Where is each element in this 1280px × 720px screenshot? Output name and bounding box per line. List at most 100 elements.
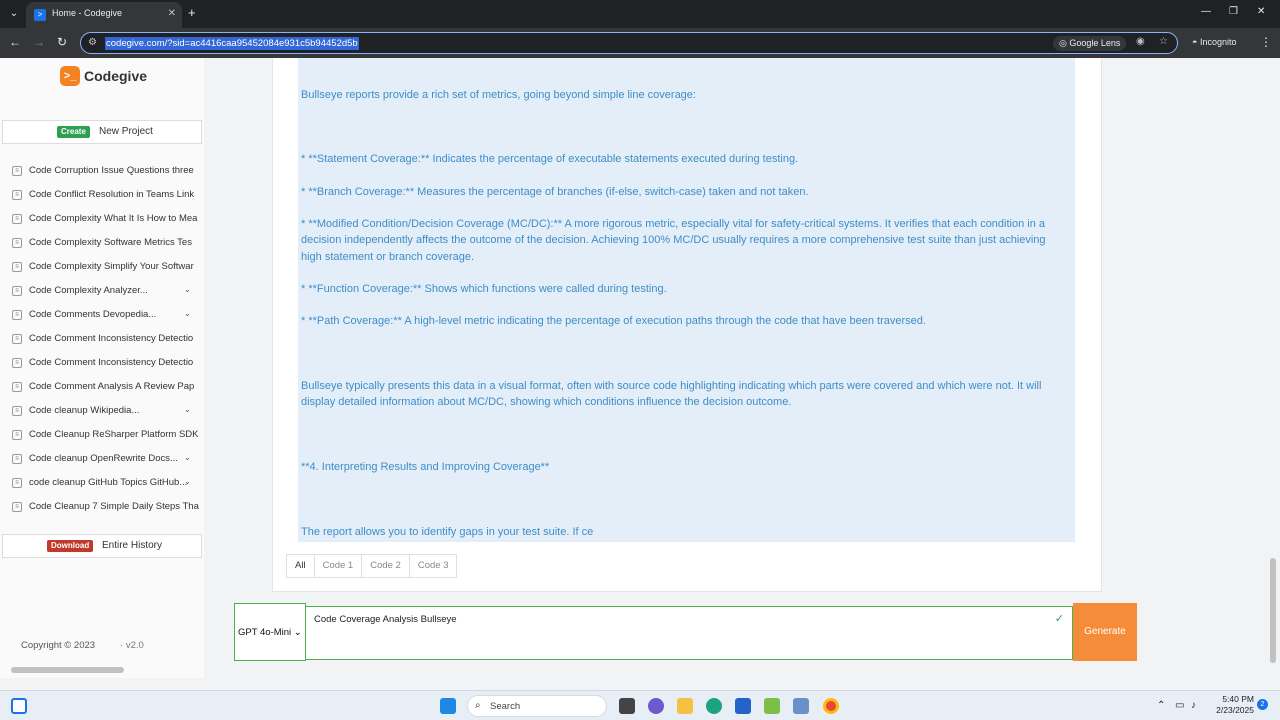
history-item[interactable]: ≡ Code Complexity Analyzer... ⌄ bbox=[0, 282, 204, 306]
history-item[interactable]: ≡ code cleanup GitHub Topics GitHub... ⌄ bbox=[0, 474, 204, 498]
history-item[interactable]: ≡ Code Cleanup ReSharper Platform SDK bbox=[0, 426, 204, 450]
history-item-label: Code Conflict Resolution in Teams Link bbox=[29, 189, 195, 200]
incognito-indicator[interactable]: ◓ Incognito bbox=[1192, 37, 1236, 47]
document-icon: ≡ bbox=[12, 238, 22, 248]
tab-code-1[interactable]: Code 1 bbox=[315, 555, 363, 577]
history-item[interactable]: ≡ Code Conflict Resolution in Teams Link bbox=[0, 186, 204, 210]
codegive-favicon-icon: > bbox=[34, 9, 46, 21]
sidebar-horizontal-scrollbar[interactable] bbox=[11, 667, 124, 673]
sidebar: >_ Codegive Create New Project ≡ Code Cor… bbox=[0, 58, 204, 678]
chevron-down-icon[interactable]: ⌄ bbox=[184, 477, 191, 486]
content-paragraph: * **Branch Coverage:** Measures the perc… bbox=[301, 186, 809, 198]
url-text[interactable]: codegive.com/?sid=ac4416caa95452084e931c… bbox=[105, 37, 359, 50]
notepad-icon[interactable] bbox=[764, 698, 780, 714]
model-select[interactable]: GPT 4o-Mini ⌄ bbox=[234, 603, 306, 661]
generate-button[interactable]: Generate bbox=[1073, 603, 1137, 661]
address-bar[interactable]: ⚙ codegive.com/?sid=ac4416caa95452084e93… bbox=[80, 32, 1178, 54]
volume-icon[interactable]: ♪ bbox=[1191, 700, 1196, 711]
browser-menu-icon[interactable]: ⋮ bbox=[1260, 35, 1272, 49]
content-paragraph: * **Modified Condition/Decision Coverage… bbox=[301, 218, 1046, 263]
version-label: v2.0 bbox=[125, 640, 144, 651]
document-icon: ≡ bbox=[12, 214, 22, 224]
eye-off-icon[interactable]: ◉ bbox=[1136, 36, 1145, 47]
windows-start-icon[interactable] bbox=[440, 698, 456, 714]
logo-text: Codegive bbox=[84, 68, 148, 84]
content-paragraph: The report allows you to identify gaps i… bbox=[301, 526, 594, 538]
chrome-icon[interactable] bbox=[823, 698, 839, 714]
history-item[interactable]: ≡ Code cleanup Wikipedia... ⌄ bbox=[0, 402, 204, 426]
history-item[interactable]: ≡ Code Corruption Issue Questions three bbox=[0, 162, 204, 186]
history-item[interactable]: ≡ Code Complexity What It Is How to Mea bbox=[0, 210, 204, 234]
page-scrollbar[interactable] bbox=[1270, 558, 1276, 663]
clock-date: 2/23/2025 bbox=[1216, 705, 1254, 715]
history-item[interactable]: ≡ Code Comment Inconsistency Detectio bbox=[0, 330, 204, 354]
terminal-icon[interactable] bbox=[619, 698, 635, 714]
history-item[interactable]: ≡ Code Comment Analysis A Review Pap bbox=[0, 378, 204, 402]
tab-all[interactable]: All bbox=[287, 555, 315, 577]
google-lens-label: Google Lens bbox=[1069, 38, 1121, 48]
history-item-label: Code Comment Inconsistency Detectio bbox=[29, 333, 194, 344]
notification-badge[interactable]: 2 bbox=[1257, 699, 1268, 710]
browser-tab[interactable]: > Home - Codegive ✕ bbox=[26, 2, 182, 28]
tray-chevron-up-icon[interactable]: ⌃ bbox=[1157, 700, 1165, 711]
history-item[interactable]: ≡ Code cleanup OpenRewrite Docs... ⌄ bbox=[0, 450, 204, 474]
new-tab-icon[interactable]: + bbox=[188, 5, 196, 20]
chevron-down-icon[interactable]: ⌄ bbox=[184, 453, 191, 462]
close-tab-icon[interactable]: ✕ bbox=[168, 8, 176, 19]
maximize-icon[interactable]: ❐ bbox=[1229, 6, 1238, 17]
bookmark-star-icon[interactable]: ☆ bbox=[1159, 36, 1168, 47]
history-item-label: Code cleanup OpenRewrite Docs... bbox=[29, 453, 178, 464]
history-item[interactable]: ≡ Code Comment Inconsistency Detectio bbox=[0, 354, 204, 378]
tab-code-2[interactable]: Code 2 bbox=[362, 555, 410, 577]
tab-search-icon[interactable]: ⌄ bbox=[6, 6, 22, 22]
edge-browser-icon[interactable] bbox=[706, 698, 722, 714]
document-icon: ≡ bbox=[12, 430, 22, 440]
document-icon: ≡ bbox=[12, 454, 22, 464]
lens-icon: ◎ bbox=[1059, 38, 1067, 48]
version-text: · v2.0 bbox=[120, 640, 144, 651]
chevron-down-icon[interactable]: ⌄ bbox=[184, 309, 191, 318]
document-icon: ≡ bbox=[12, 502, 22, 512]
document-icon: ≡ bbox=[12, 190, 22, 200]
close-window-icon[interactable]: ✕ bbox=[1257, 6, 1265, 17]
chevron-down-icon: ⌄ bbox=[293, 627, 302, 638]
document-icon: ≡ bbox=[12, 262, 22, 272]
chat-icon[interactable] bbox=[648, 698, 664, 714]
history-item[interactable]: ≡ Code Comments Devopedia... ⌄ bbox=[0, 306, 204, 330]
model-name: GPT 4o-Mini bbox=[238, 627, 292, 638]
history-item-label: Code cleanup Wikipedia... bbox=[29, 405, 140, 416]
content-paragraph: Bullseye typically presents this data in… bbox=[301, 380, 1042, 409]
site-info-icon[interactable]: ⚙ bbox=[88, 37, 97, 48]
content-paragraph: * **Function Coverage:** Shows which fun… bbox=[301, 283, 667, 295]
browser-toolbar: ← → ↻ ⚙ codegive.com/?sid=ac4416caa95452… bbox=[0, 28, 1280, 58]
history-item-label: Code Complexity What It Is How to Mea bbox=[29, 213, 198, 224]
history-item[interactable]: ≡ Code Cleanup 7 Simple Daily Steps Tha bbox=[0, 498, 204, 522]
google-lens-button[interactable]: ◎ Google Lens bbox=[1053, 36, 1127, 51]
file-explorer-icon[interactable] bbox=[677, 698, 693, 714]
tab-title: Home - Codegive bbox=[52, 8, 123, 18]
content-paragraph: * **Path Coverage:** A high-level metric… bbox=[301, 315, 926, 327]
minimize-icon[interactable]: — bbox=[1201, 6, 1211, 17]
system-clock[interactable]: 5:40 PM 2/23/2025 bbox=[1210, 694, 1254, 716]
document-icon: ≡ bbox=[12, 286, 22, 296]
new-project-button[interactable]: Create New Project bbox=[2, 120, 202, 144]
history-item[interactable]: ≡ Code Complexity Simplify Your Softwar bbox=[0, 258, 204, 282]
back-icon[interactable]: ← bbox=[9, 35, 21, 49]
tab-code-3[interactable]: Code 3 bbox=[410, 555, 457, 577]
store-icon[interactable] bbox=[735, 698, 751, 714]
taskbar-search[interactable]: ⌕ Search bbox=[467, 695, 607, 717]
chevron-down-icon[interactable]: ⌄ bbox=[184, 405, 191, 414]
new-project-label: New Project bbox=[99, 126, 153, 137]
history-item-label: Code Cleanup 7 Simple Daily Steps Tha bbox=[29, 501, 199, 512]
snipping-tool-icon[interactable] bbox=[793, 698, 809, 714]
history-item-label: Code Complexity Software Metrics Tes bbox=[29, 237, 192, 248]
task-view-icon[interactable] bbox=[11, 698, 27, 714]
history-item[interactable]: ≡ Code Complexity Software Metrics Tes bbox=[0, 234, 204, 258]
document-icon: ≡ bbox=[12, 310, 22, 320]
reload-icon[interactable]: ↻ bbox=[57, 35, 67, 49]
download-history-button[interactable]: Download Entire History bbox=[2, 534, 202, 558]
network-icon[interactable]: ▭ bbox=[1175, 700, 1184, 711]
prompt-input[interactable]: Code Coverage Analysis Bullseye ✓ bbox=[305, 606, 1073, 660]
forward-icon[interactable]: → bbox=[33, 35, 45, 49]
chevron-down-icon[interactable]: ⌄ bbox=[184, 285, 191, 294]
